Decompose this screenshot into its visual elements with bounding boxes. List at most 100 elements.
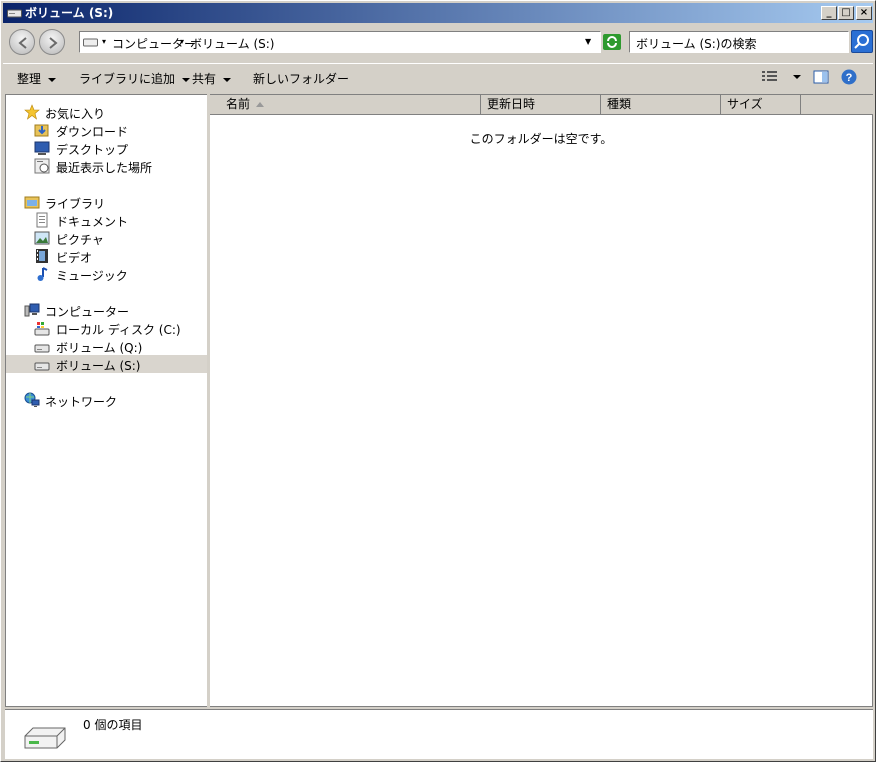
documents-icon: [36, 212, 48, 228]
star-icon: [24, 104, 40, 120]
column-header-filler: [801, 95, 873, 115]
nav-label: ボリューム (S:): [56, 359, 141, 373]
nav-documents[interactable]: ドキュメント: [6, 211, 207, 229]
item-count: 0 個の項目: [83, 718, 143, 732]
back-arrow-icon: [18, 37, 27, 49]
system-drive-icon: [34, 322, 50, 336]
svg-text:?: ?: [846, 72, 853, 84]
drive-icon: [83, 38, 98, 47]
column-label: 名前: [226, 97, 251, 111]
navigation-pane: お気に入り ダウンロード デスクトップ 最近表示した場所 ライブラリ ドキュメン…: [5, 94, 207, 707]
details-pane: 0 個の項目: [5, 709, 873, 759]
nav-label: ピクチャ: [56, 233, 104, 247]
nav-label: お気に入り: [45, 107, 106, 121]
column-label: 更新日時: [487, 97, 536, 111]
close-button[interactable]: ×: [856, 6, 872, 20]
dropdown-arrow-icon: [223, 77, 232, 82]
nav-label: ダウンロード: [56, 125, 129, 139]
download-folder-icon: [34, 124, 49, 137]
search-placeholder: ボリューム (S:)の検索: [636, 37, 757, 51]
nav-label: ビデオ: [56, 251, 93, 265]
music-icon: [37, 267, 48, 281]
share-label: 共有: [192, 72, 217, 86]
nav-label: ボリューム (Q:): [56, 341, 143, 355]
nav-music[interactable]: ミュージック: [6, 265, 207, 283]
address-box[interactable]: ▾ コンピューター ▾ ボリューム (S:) ▼: [79, 31, 601, 53]
drive-icon: [34, 362, 50, 371]
nav-computer[interactable]: コンピューター: [6, 301, 207, 319]
network-icon: [24, 392, 40, 407]
file-list-pane: 名前 更新日時 種類 サイズ このフォルダーは空です。: [210, 94, 873, 707]
desktop-icon: [34, 141, 50, 155]
nav-favorites[interactable]: お気に入り: [6, 103, 207, 121]
nav-libraries[interactable]: ライブラリ: [6, 193, 207, 211]
column-header-name[interactable]: 名前: [210, 95, 481, 115]
nav-volume-q[interactable]: ボリューム (Q:): [6, 337, 207, 355]
nav-label: ドキュメント: [56, 215, 129, 229]
videos-icon: [36, 249, 48, 263]
nav-label: ネットワーク: [45, 395, 118, 409]
maximize-button[interactable]: □: [838, 6, 854, 20]
share-menu[interactable]: 共有: [192, 70, 232, 87]
search-icon: [854, 34, 869, 49]
address-bar-row: ▾ コンピューター ▾ ボリューム (S:) ▼ ボリューム (S:)の検索: [3, 25, 873, 61]
nav-label: ライブラリ: [45, 197, 106, 211]
nav-label: ローカル ディスク (C:): [56, 323, 181, 337]
nav-network[interactable]: ネットワーク: [6, 391, 207, 409]
back-button[interactable]: [9, 29, 35, 55]
drive-large-icon: [24, 727, 66, 749]
column-label: 種類: [607, 97, 632, 111]
address-dropdown-icon[interactable]: ▼: [585, 37, 591, 46]
forward-button[interactable]: [39, 29, 65, 55]
organize-menu[interactable]: 整理: [17, 70, 57, 87]
nav-label: ミュージック: [56, 269, 128, 283]
nav-label: 最近表示した場所: [56, 161, 153, 175]
breadcrumb-volume[interactable]: ボリューム (S:): [190, 35, 274, 52]
add-to-library-menu[interactable]: ライブラリに追加: [79, 70, 191, 87]
column-header-modified[interactable]: 更新日時: [481, 95, 601, 115]
forward-arrow-icon: [49, 37, 58, 49]
dropdown-arrow-icon: [792, 75, 801, 79]
nav-recent-places[interactable]: 最近表示した場所: [6, 157, 207, 175]
breadcrumb-arrow-icon[interactable]: ▾: [102, 37, 106, 46]
refresh-icon: [603, 34, 621, 50]
nav-videos[interactable]: ビデオ: [6, 247, 207, 265]
preview-pane-button[interactable]: [813, 69, 829, 88]
nav-label: コンピューター: [45, 305, 130, 319]
drive-icon: [34, 344, 50, 353]
pictures-icon: [34, 231, 50, 245]
new-folder-button[interactable]: 新しいフォルダー: [253, 70, 349, 87]
view-options-button[interactable]: [761, 68, 801, 87]
search-input[interactable]: ボリューム (S:)の検索: [629, 31, 849, 53]
help-icon: ?: [841, 69, 857, 85]
window-title: ボリューム (S:): [25, 6, 114, 20]
explorer-window: ボリューム (S:) _ □ × ▾ コンピューター ▾ ボリューム (S:) …: [0, 0, 876, 762]
nav-desktop[interactable]: デスクトップ: [6, 139, 207, 157]
search-button[interactable]: [851, 30, 873, 53]
nav-volume-s[interactable]: ボリューム (S:): [6, 355, 207, 373]
nav-pictures[interactable]: ピクチャ: [6, 229, 207, 247]
command-bar: 整理 ライブラリに追加 共有 新しいフォルダー ?: [3, 63, 873, 91]
preview-pane-icon: [813, 70, 829, 84]
organize-label: 整理: [17, 72, 42, 86]
drive-icon: [7, 9, 22, 18]
computer-icon: [24, 303, 40, 317]
nav-local-disk-c[interactable]: ローカル ディスク (C:): [6, 319, 207, 337]
dropdown-arrow-icon: [182, 77, 191, 82]
recent-places-icon: [34, 158, 50, 174]
column-header-size[interactable]: サイズ: [721, 95, 801, 115]
column-header-type[interactable]: 種類: [601, 95, 721, 115]
nav-downloads[interactable]: ダウンロード: [6, 121, 207, 139]
add-to-library-label: ライブラリに追加: [79, 72, 176, 86]
breadcrumb-arrow-icon[interactable]: ▾: [180, 37, 184, 46]
dropdown-arrow-icon: [48, 77, 57, 82]
sort-ascending-icon: [256, 102, 264, 107]
title-bar[interactable]: ボリューム (S:) _ □ ×: [3, 3, 873, 23]
column-label: サイズ: [727, 97, 763, 111]
details-view-icon: [762, 71, 777, 81]
minimize-button[interactable]: _: [821, 6, 837, 20]
empty-folder-message: このフォルダーは空です。: [469, 132, 613, 146]
refresh-button[interactable]: [601, 31, 623, 53]
libraries-icon: [24, 196, 40, 209]
help-button[interactable]: ?: [841, 69, 857, 88]
